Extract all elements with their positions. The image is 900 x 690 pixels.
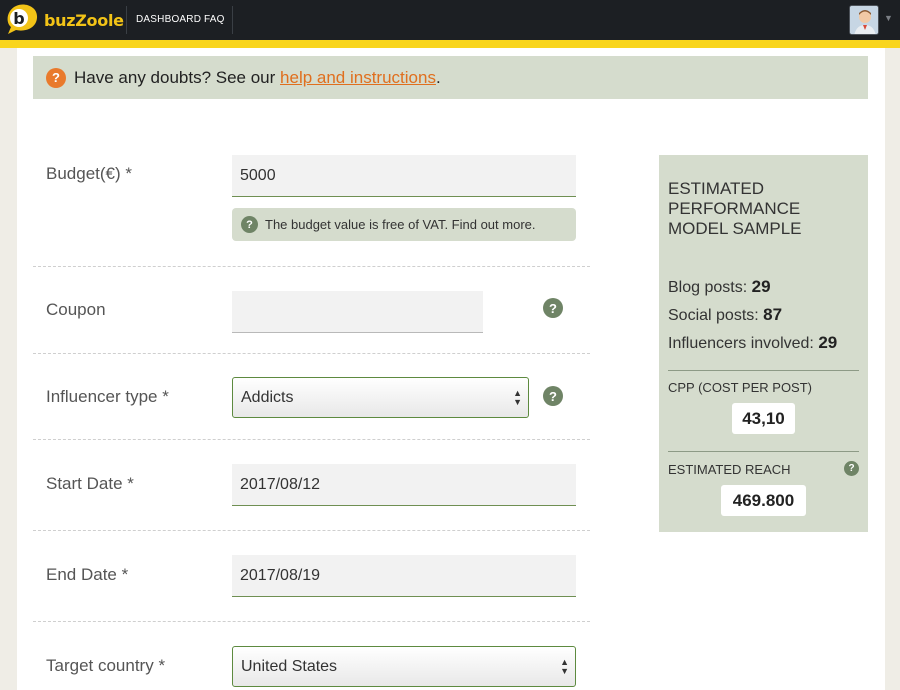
- logo-text: buzZoole: [44, 10, 124, 30]
- brand-strip: [0, 40, 900, 48]
- coupon-label: Coupon: [46, 300, 106, 319]
- help-banner: ? Have any doubts? See our help and inst…: [33, 56, 868, 99]
- influencer-type-select[interactable]: Addicts ▲ ▼: [232, 377, 529, 418]
- select-arrows-icon: ▲ ▼: [560, 657, 569, 676]
- divider: [33, 439, 590, 440]
- end-date-input[interactable]: [232, 555, 576, 597]
- nav-dashboard-link[interactable]: DASHBOARD: [136, 14, 201, 25]
- budget-input[interactable]: [232, 155, 576, 197]
- question-icon: ?: [46, 67, 66, 88]
- reach-value: 469.800: [721, 485, 806, 516]
- blog-posts-stat: Blog posts: 29: [668, 277, 771, 296]
- nav-divider: [232, 6, 233, 34]
- caret-down-icon[interactable]: ▼: [884, 13, 893, 23]
- reach-help-icon[interactable]: ?: [844, 461, 859, 476]
- divider: [33, 530, 590, 531]
- estimate-title: ESTIMATED PERFORMANCE MODEL SAMPLE: [668, 179, 802, 238]
- avatar[interactable]: [849, 5, 879, 35]
- divider: [33, 266, 590, 267]
- budget-label: Budget(€) *: [46, 164, 132, 183]
- influencer-type-label: Influencer type *: [46, 387, 169, 406]
- question-icon: ?: [241, 216, 258, 233]
- estimate-panel: ESTIMATED PERFORMANCE MODEL SAMPLE Blog …: [659, 155, 868, 532]
- logo-icon: b: [4, 3, 42, 37]
- cpp-label: CPP (COST PER POST): [668, 380, 812, 395]
- coupon-input[interactable]: [232, 291, 483, 333]
- logo[interactable]: b buzZoole: [4, 3, 124, 37]
- budget-hint: ? The budget value is free of VAT. Find …: [232, 208, 576, 241]
- divider: [668, 451, 859, 452]
- divider: [33, 621, 590, 622]
- target-country-label: Target country *: [46, 656, 166, 675]
- reach-label: ESTIMATED REACH: [668, 462, 791, 477]
- top-navbar: b buzZoole DASHBOARD FAQ ▼: [0, 0, 900, 40]
- nav-faq-link[interactable]: FAQ: [204, 14, 225, 25]
- social-posts-stat: Social posts: 87: [668, 305, 783, 324]
- avatar-icon: [850, 6, 878, 34]
- divider: [668, 370, 859, 371]
- nav-divider: [126, 6, 127, 34]
- select-arrows-icon: ▲ ▼: [513, 388, 522, 407]
- target-country-select[interactable]: United States ▲ ▼: [232, 646, 576, 687]
- end-date-label: End Date *: [46, 565, 129, 584]
- svg-text:b: b: [13, 9, 24, 28]
- help-instructions-link[interactable]: help and instructions: [280, 68, 436, 87]
- cpp-value: 43,10: [732, 403, 795, 434]
- start-date-input[interactable]: [232, 464, 576, 506]
- coupon-help-icon[interactable]: ?: [543, 298, 563, 318]
- divider: [33, 353, 590, 354]
- influencers-stat: Influencers involved: 29: [668, 333, 838, 352]
- banner-text: Have any doubts? See our help and instru…: [74, 67, 441, 87]
- influencer-type-help-icon[interactable]: ?: [543, 386, 563, 406]
- start-date-label: Start Date *: [46, 474, 134, 493]
